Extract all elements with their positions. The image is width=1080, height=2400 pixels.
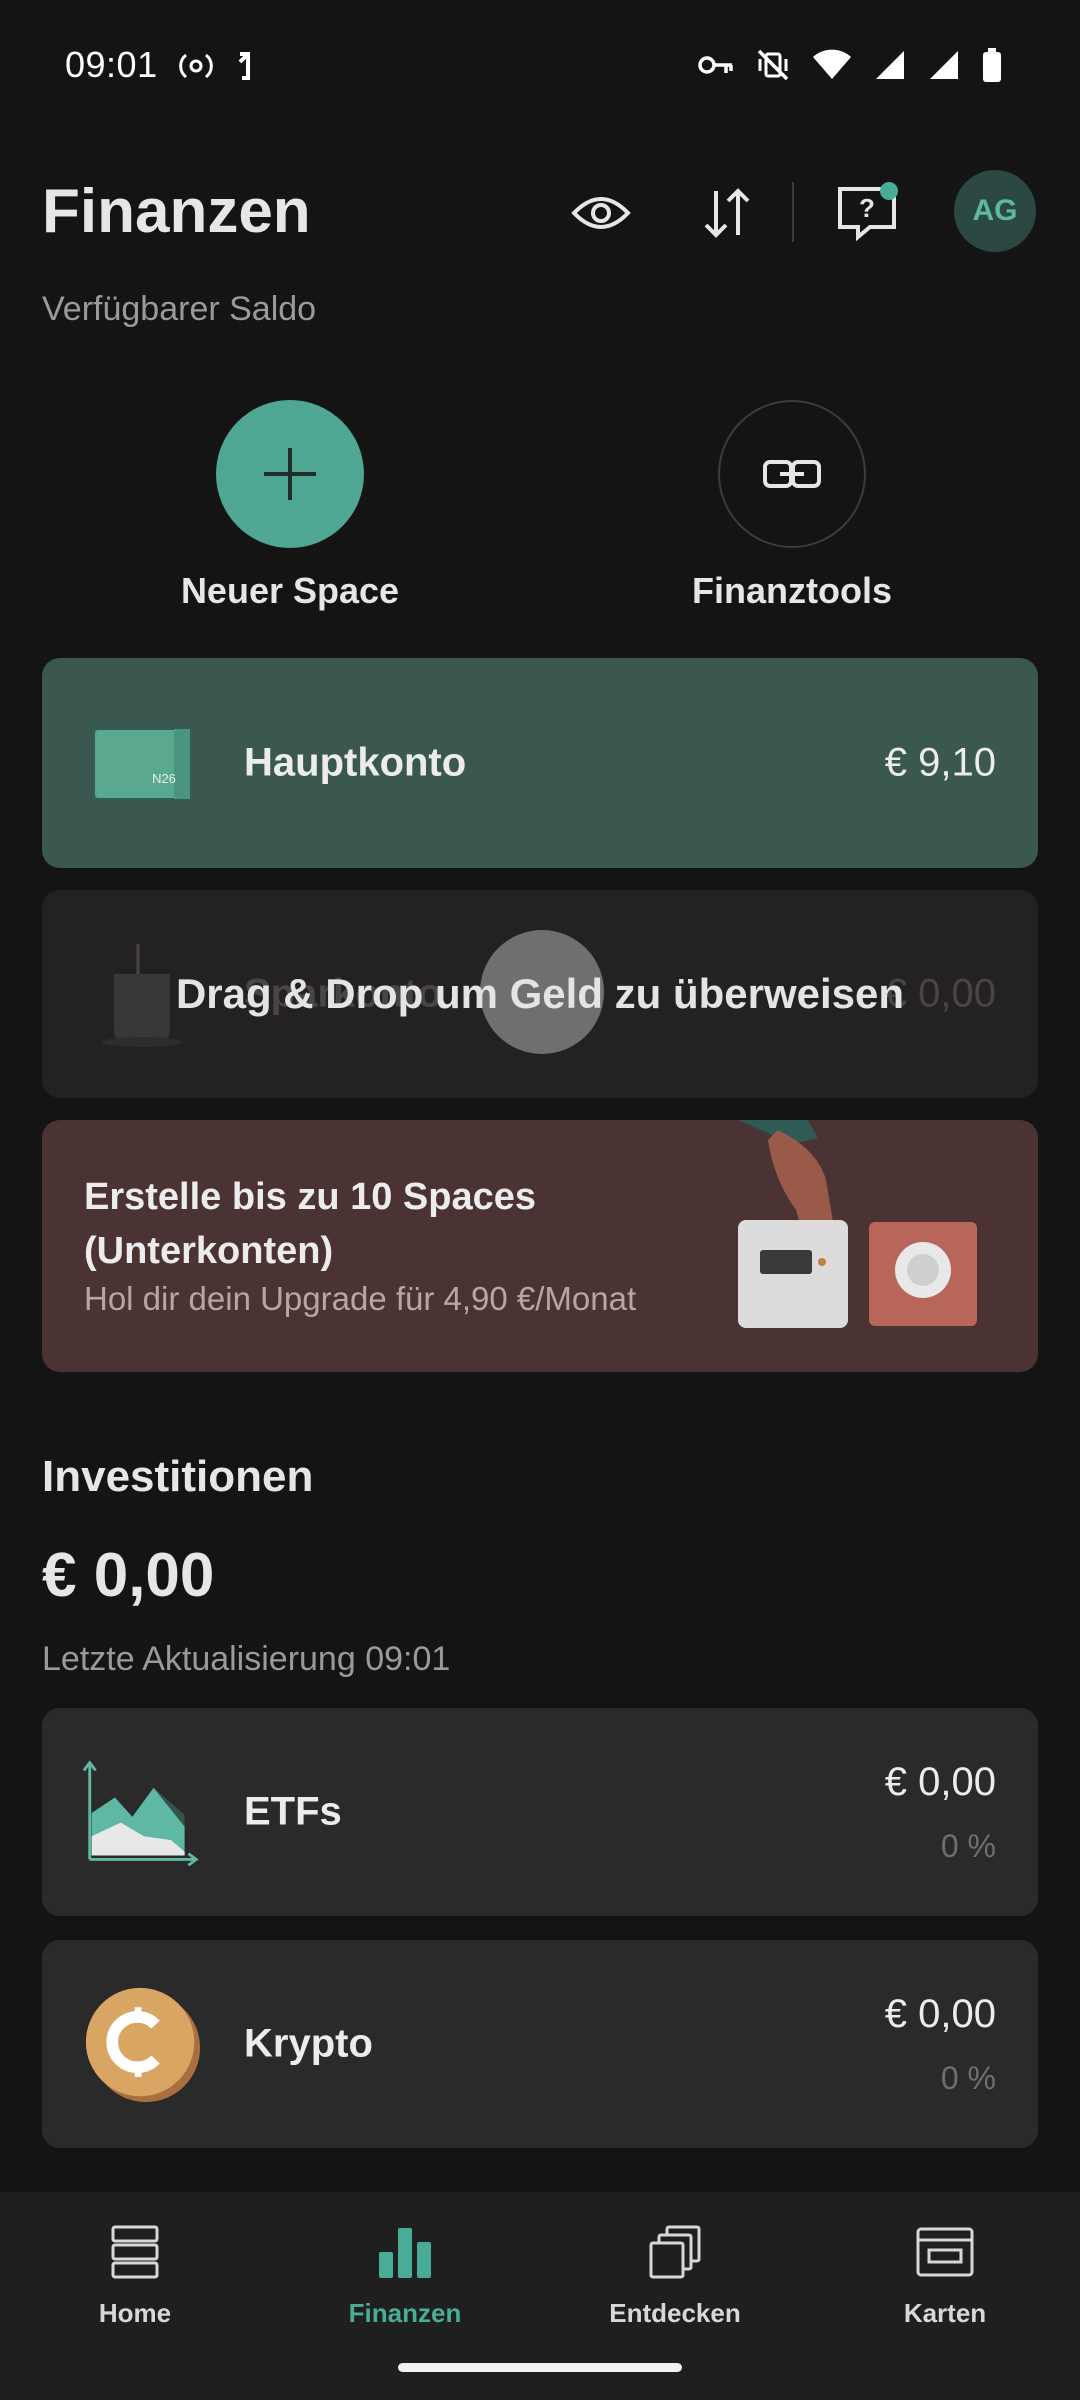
signal-icon — [928, 49, 960, 86]
transfer-arrows-icon[interactable] — [692, 178, 762, 248]
n26-card-icon: N26 — [82, 703, 202, 823]
new-space-label: Neuer Space — [180, 570, 400, 611]
nav-karten[interactable]: Karten — [810, 2212, 1080, 2329]
help-chat-icon[interactable]: ? — [832, 178, 902, 248]
vibrate-off-icon — [756, 48, 790, 87]
main-account-card[interactable]: N26 Hauptkonto € 9,10 — [42, 658, 1038, 868]
eye-icon[interactable] — [566, 178, 636, 248]
svg-text:?: ? — [859, 193, 875, 223]
etf-card[interactable]: ETFs € 0,00 0 % — [42, 1708, 1038, 1916]
header-divider — [792, 182, 794, 242]
status-left-icons — [178, 50, 256, 87]
wifi-icon — [812, 49, 852, 86]
hotspot-icon — [178, 51, 214, 86]
notification-dot — [880, 182, 898, 200]
discover-cards-icon — [540, 2212, 810, 2292]
crypto-coin-icon — [82, 1984, 202, 2104]
balance-subtitle: Verfügbarer Saldo — [42, 290, 317, 328]
crypto-name: Krypto — [244, 2021, 373, 2066]
nav-home[interactable]: Home — [0, 2212, 270, 2329]
status-time: 09:01 — [65, 44, 158, 85]
signal-icon — [874, 49, 906, 86]
avatar[interactable]: AG — [954, 170, 1036, 252]
header: Finanzen ? AG — [0, 160, 1080, 270]
crypto-card[interactable]: Krypto € 0,00 0 % — [42, 1940, 1038, 2148]
financial-tools-label: Finanztools — [692, 570, 892, 611]
home-stack-icon — [0, 2212, 270, 2292]
etf-chart-icon — [82, 1752, 202, 1872]
nav-home-label: Home — [98, 2298, 172, 2328]
main-account-name: Hauptkonto — [244, 740, 467, 785]
promo-subtitle: Hol dir dein Upgrade für 4,90 €/Monat — [84, 1280, 637, 1317]
drag-drop-hint: Drag & Drop um Geld zu überweisen — [175, 970, 905, 1017]
nav-karten-label: Karten — [903, 2298, 987, 2328]
link-icon — [718, 400, 866, 548]
crypto-amount: € 0,00 — [884, 1992, 996, 2036]
investments-title: Investitionen — [42, 1452, 314, 1501]
new-space-button[interactable]: Neuer Space — [140, 400, 440, 612]
promo-illustration — [738, 1120, 1038, 1372]
home-indicator[interactable] — [398, 2363, 682, 2372]
promo-title: Erstelle bis zu 10 Spaces (Unterkonten) — [84, 1176, 537, 1272]
battery-icon — [982, 48, 1002, 87]
upgrade-promo-card[interactable]: Erstelle bis zu 10 Spaces (Unterkonten) … — [42, 1120, 1038, 1372]
svg-text:N26: N26 — [152, 771, 176, 786]
status-bar: 09:01 — [0, 0, 1080, 140]
etf-name: ETFs — [244, 1789, 342, 1834]
nav-entdecken[interactable]: Entdecken — [540, 2212, 810, 2329]
main-account-amount: € 9,10 — [884, 740, 996, 785]
page-title: Finanzen — [42, 177, 311, 246]
status-right-icons — [698, 48, 1002, 87]
vpn-key-icon — [698, 53, 734, 82]
plus-icon — [216, 400, 364, 548]
nav-finanzen-label: Finanzen — [348, 2298, 462, 2328]
data-saver-icon — [236, 50, 256, 87]
bar-chart-icon — [270, 2212, 540, 2292]
space-account-card[interactable]: Sparkonto € 0,00 Drag & Drop um Geld zu … — [42, 890, 1038, 1098]
etf-amount: € 0,00 — [884, 1760, 996, 1804]
nav-finanzen[interactable]: Finanzen — [270, 2212, 540, 2329]
crypto-percent: 0 % — [940, 2060, 996, 2096]
financial-tools-button[interactable]: Finanztools — [642, 400, 942, 612]
card-icon — [810, 2212, 1080, 2292]
investments-updated: Letzte Aktualisierung 09:01 — [42, 1640, 451, 1678]
etf-percent: 0 % — [940, 1828, 996, 1864]
investments-total: € 0,00 — [42, 1541, 215, 1610]
nav-entdecken-label: Entdecken — [609, 2298, 741, 2328]
